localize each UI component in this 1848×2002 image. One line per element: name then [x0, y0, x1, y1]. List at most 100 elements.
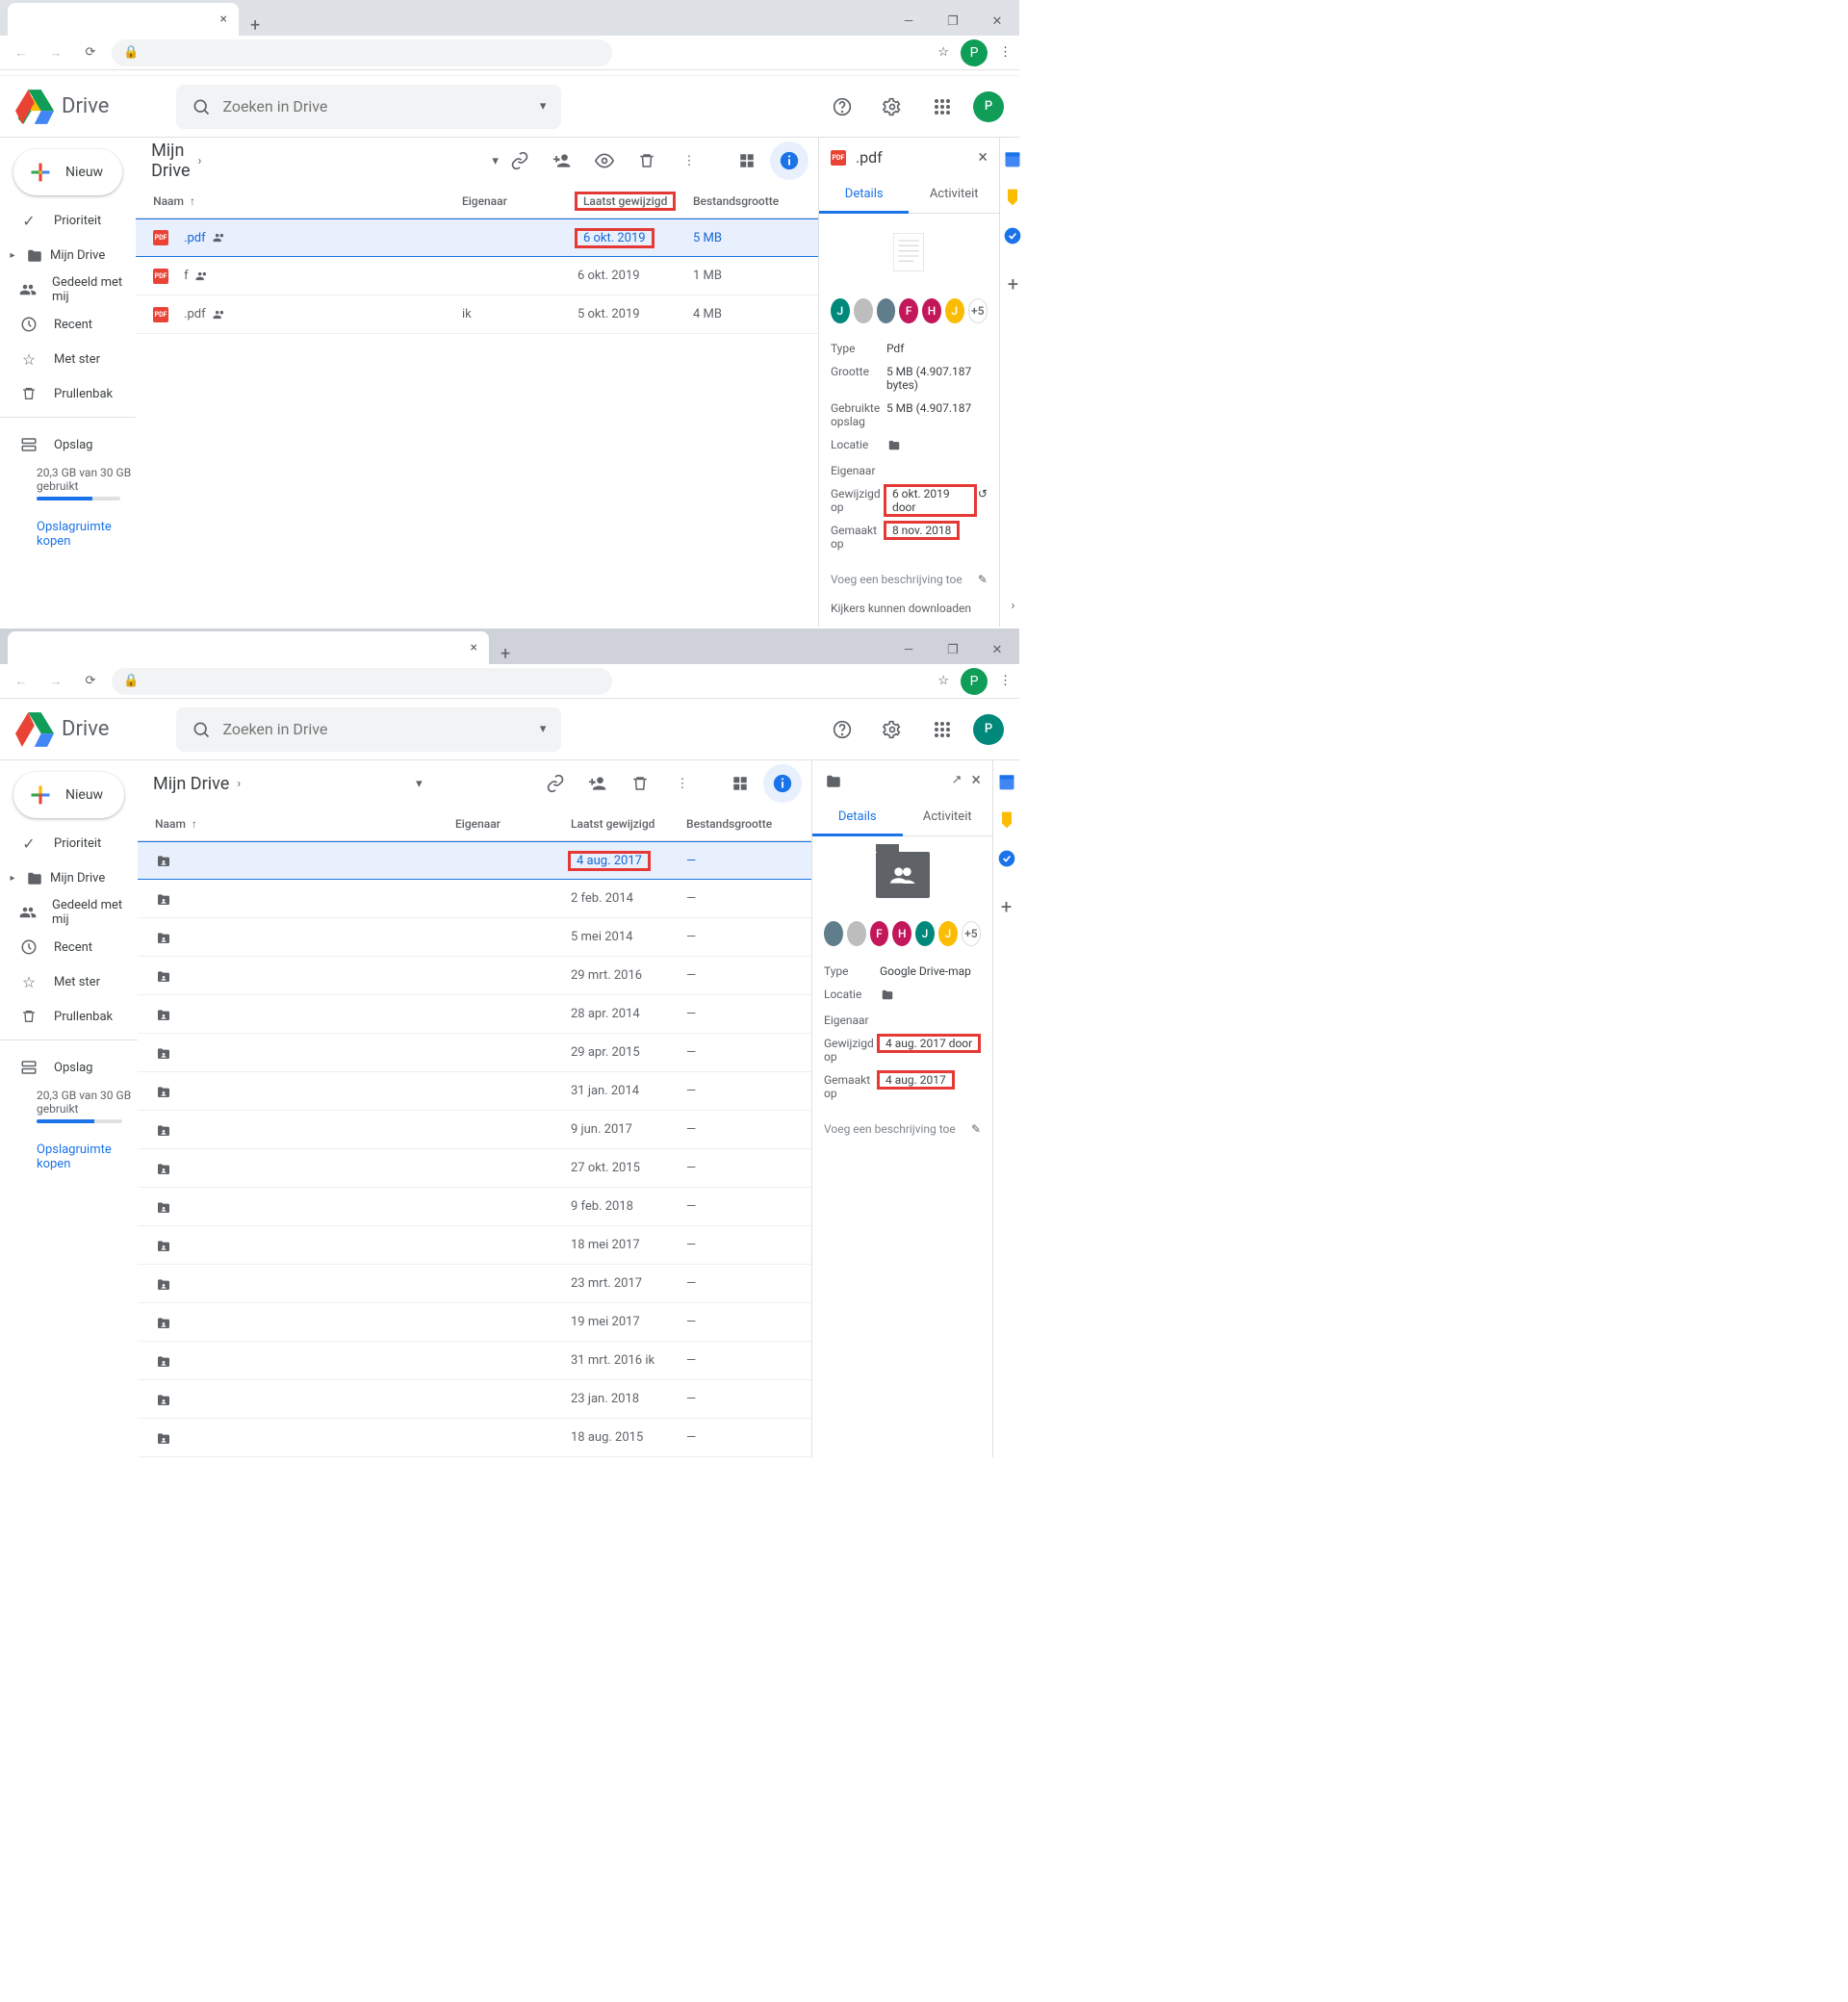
sidebar-trash[interactable]: Prullenbak [0, 999, 128, 1034]
tab-close[interactable]: × [217, 12, 231, 27]
search-bar[interactable]: ▾ [176, 85, 561, 129]
folder-row[interactable]: 31 jan. 2014— [138, 1072, 811, 1111]
open-new-icon[interactable]: ↗ [951, 773, 962, 787]
shared-avatar[interactable] [847, 921, 866, 946]
folder-row[interactable]: 23 mrt. 2017— [138, 1265, 811, 1303]
info-icon[interactable] [763, 764, 802, 803]
drive-logo-area[interactable]: Drive [15, 710, 109, 749]
sidebar-trash[interactable]: Prullenbak [0, 376, 126, 411]
sidebar-starred[interactable]: ☆Met ster [0, 964, 128, 999]
search-input[interactable] [222, 97, 539, 116]
account-avatar[interactable]: P [973, 91, 1004, 122]
bookmark-star[interactable]: ☆ [937, 674, 949, 688]
more-avatars[interactable]: +5 [962, 921, 981, 946]
caret-icon[interactable]: ▸ [6, 250, 19, 261]
folder-row[interactable]: 4 aug. 2017— [138, 841, 811, 880]
share-person-icon[interactable] [543, 141, 581, 180]
more-avatars[interactable]: +5 [968, 298, 988, 323]
new-button[interactable]: Nieuw [13, 772, 124, 818]
search-input[interactable] [222, 720, 539, 738]
shared-avatar[interactable]: J [945, 298, 964, 323]
shared-avatar[interactable]: F [870, 921, 889, 946]
nav-back[interactable]: ← [8, 668, 35, 695]
folder-row[interactable]: 27 okt. 2015— [138, 1149, 811, 1188]
nav-reload[interactable]: ⟳ [77, 39, 104, 66]
shared-avatar[interactable]: H [892, 921, 911, 946]
d-value[interactable] [886, 438, 988, 454]
apps-icon[interactable] [923, 88, 962, 126]
shared-avatar[interactable] [877, 298, 896, 323]
account-avatar[interactable]: P [973, 714, 1004, 745]
details-tab[interactable]: Details [819, 177, 910, 214]
folder-row[interactable]: 29 mrt. 2016— [138, 957, 811, 995]
shared-avatar[interactable]: J [915, 921, 935, 946]
folder-dropdown[interactable]: ▾ [416, 777, 423, 791]
window-maximize[interactable]: ❐ [931, 635, 975, 664]
tab-close[interactable]: × [467, 640, 481, 655]
share-person-icon[interactable] [578, 764, 617, 803]
folder-row[interactable]: 18 aug. 2015— [138, 1419, 811, 1457]
col-name[interactable]: Naam↑ [136, 194, 462, 208]
upgrade-link[interactable]: Opslagruimte kopen [37, 1142, 138, 1171]
sidebar-shared[interactable]: Gedeeld met mij [0, 895, 128, 930]
folder-row[interactable]: 18 mei 2017— [138, 1226, 811, 1265]
new-button[interactable]: Nieuw [13, 149, 122, 195]
col-size[interactable]: Bestandsgrootte [693, 194, 799, 208]
breadcrumb-root[interactable]: Mijn Drive [145, 137, 195, 185]
calendar-icon[interactable] [997, 772, 1016, 791]
folder-row[interactable]: 19 mei 2017— [138, 1303, 811, 1342]
search-options-chevron[interactable]: ▾ [540, 722, 547, 736]
sidebar-recent[interactable]: Recent [0, 930, 128, 964]
nav-forward[interactable]: → [42, 668, 69, 695]
settings-icon[interactable] [873, 88, 911, 126]
grid-view-icon[interactable] [721, 764, 759, 803]
link-icon[interactable] [536, 764, 575, 803]
collapse-icon[interactable]: › [1003, 596, 1022, 615]
sidebar-storage[interactable]: Opslag [0, 1050, 128, 1085]
d-value[interactable] [880, 988, 981, 1004]
window-close[interactable]: ✕ [975, 635, 1019, 664]
close-details[interactable]: × [971, 770, 981, 790]
shared-avatar[interactable]: F [899, 298, 918, 323]
upgrade-link[interactable]: Opslagruimte kopen [37, 520, 136, 549]
breadcrumb-root[interactable]: Mijn Drive [147, 770, 235, 798]
addons-plus-icon[interactable]: + [997, 897, 1016, 916]
sidebar-storage[interactable]: Opslag [0, 427, 126, 462]
sidebar-priority[interactable]: ✓Prioriteit [0, 826, 128, 860]
sidebar-recent[interactable]: Recent [0, 307, 126, 342]
more-icon[interactable]: ⋮ [663, 764, 702, 803]
col-owner[interactable]: Eigenaar [455, 817, 571, 831]
addons-plus-icon[interactable]: + [1003, 274, 1022, 294]
grid-view-icon[interactable] [728, 141, 766, 180]
folder-row[interactable]: 23 jan. 2018— [138, 1380, 811, 1419]
browser-tab[interactable]: × [8, 631, 489, 664]
folder-row[interactable]: 5 mei 2014— [138, 918, 811, 957]
delete-icon[interactable] [628, 141, 666, 180]
shared-avatar[interactable]: J [831, 298, 850, 323]
close-details[interactable]: × [978, 147, 988, 167]
activity-tab[interactable]: Activiteit [903, 800, 993, 835]
details-tab[interactable]: Details [812, 800, 903, 836]
browser-tab[interactable]: × [8, 3, 239, 36]
drive-logo-area[interactable]: Drive [15, 88, 109, 126]
caret-icon[interactable]: ▸ [6, 873, 19, 884]
url-input[interactable]: 🔒 [112, 668, 612, 695]
shared-avatar[interactable]: H [922, 298, 941, 323]
search-bar[interactable]: ▾ [176, 707, 561, 752]
delete-icon[interactable] [621, 764, 659, 803]
nav-forward[interactable]: → [42, 39, 69, 66]
sidebar-mydrive[interactable]: ▸Mijn Drive [0, 860, 128, 895]
folder-dropdown[interactable]: ▾ [492, 154, 499, 168]
window-close[interactable]: ✕ [975, 7, 1019, 36]
col-size[interactable]: Bestandsgrootte [686, 817, 792, 831]
profile-avatar[interactable]: P [961, 39, 988, 66]
browser-menu[interactable]: ⋮ [999, 45, 1012, 60]
activity-tab[interactable]: Activiteit [909, 177, 999, 213]
folder-row[interactable]: 9 feb. 2018— [138, 1188, 811, 1226]
keep-icon[interactable] [997, 810, 1016, 830]
keep-icon[interactable] [1003, 188, 1022, 207]
col-owner[interactable]: Eigenaar [462, 194, 578, 208]
preview-eye-icon[interactable] [585, 141, 624, 180]
help-icon[interactable] [823, 710, 861, 749]
history-icon[interactable]: ↺ [978, 487, 988, 500]
